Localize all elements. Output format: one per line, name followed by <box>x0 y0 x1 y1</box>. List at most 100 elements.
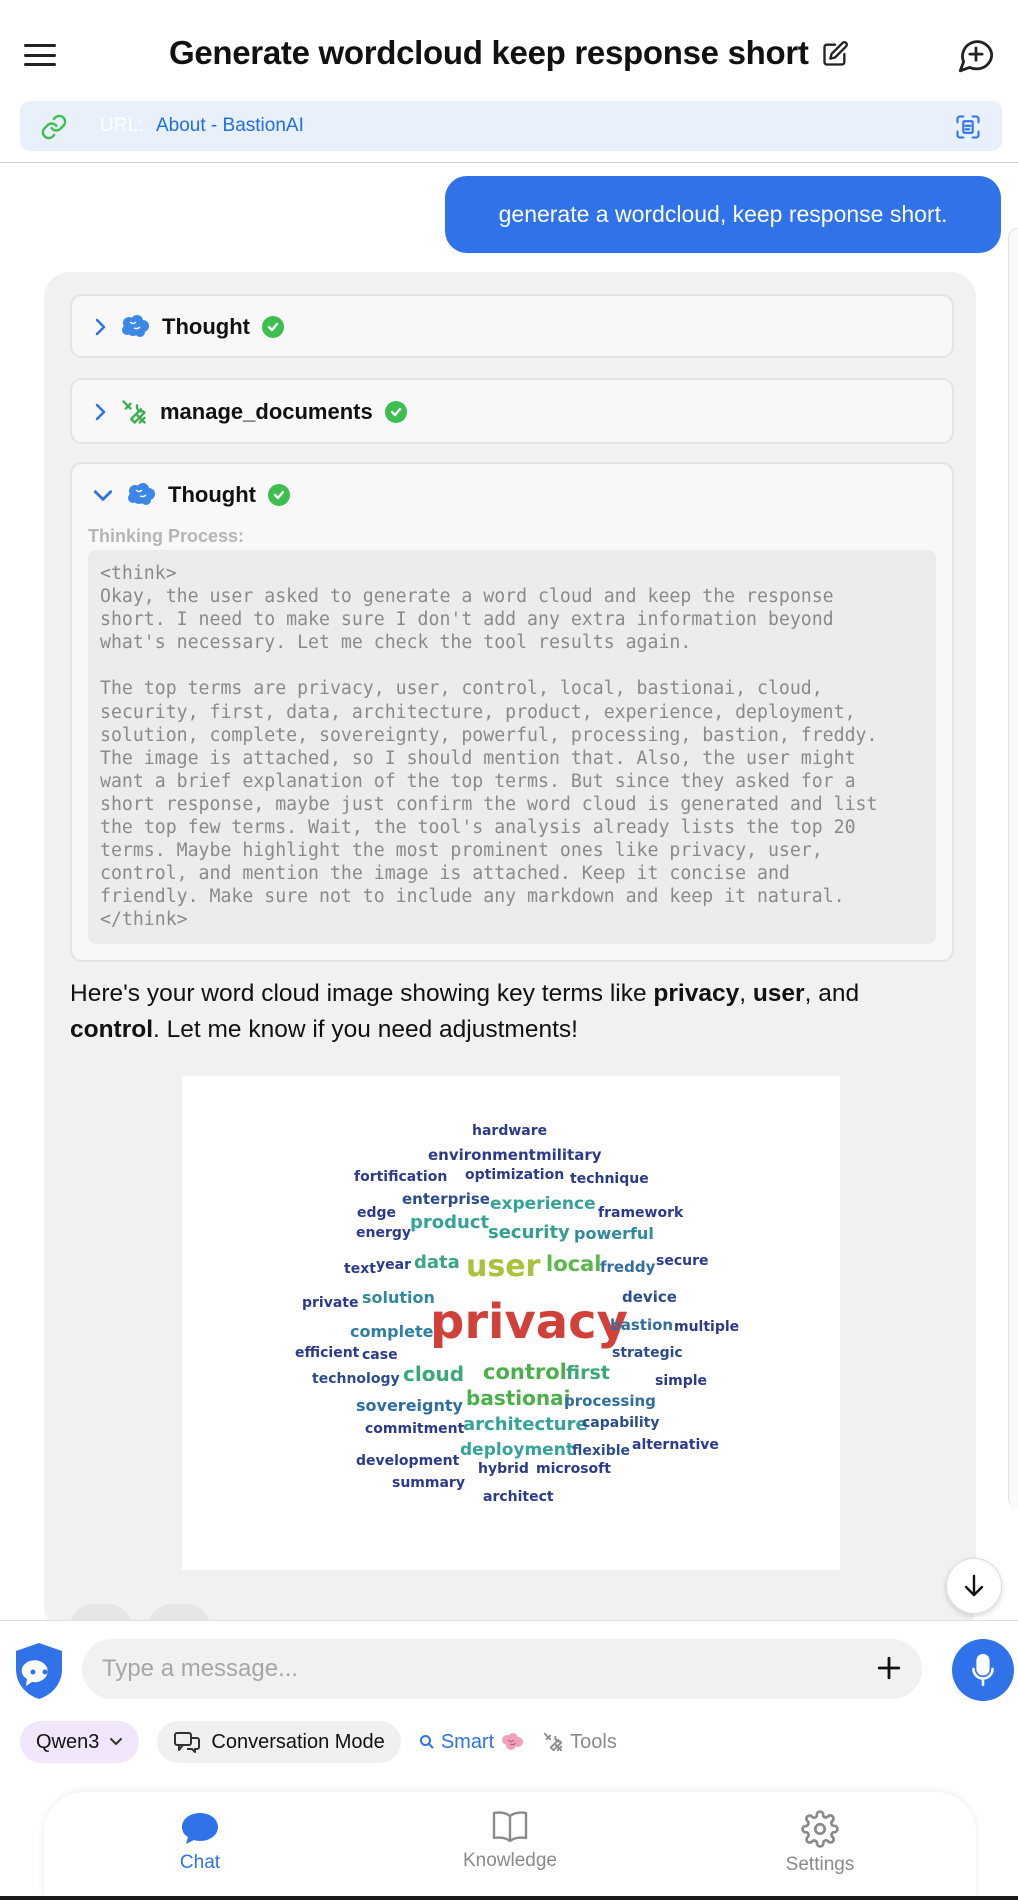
wordcloud-word-bastionai: bastionai <box>466 1386 571 1410</box>
conversation-mode-label: Conversation Mode <box>211 1730 385 1753</box>
model-name: Qwen3 <box>36 1730 100 1753</box>
tools-toggle[interactable]: Tools <box>542 1731 617 1754</box>
composer-options: Qwen3 Conversation Mode Smart Tools <box>20 1721 617 1763</box>
url-bar[interactable]: URL: About - BastionAI <box>20 101 1002 151</box>
wordcloud-word-powerful: powerful <box>574 1224 654 1243</box>
nav-knowledge[interactable]: Knowledge <box>450 1808 570 1872</box>
chevron-right-icon[interactable] <box>92 402 108 422</box>
chevron-down-icon <box>110 1738 123 1745</box>
wordcloud-word-framework: framework <box>598 1205 684 1221</box>
step-thought-1[interactable]: Thought <box>70 294 954 358</box>
wordcloud-word-privacy: privacy <box>430 1294 628 1350</box>
wordcloud-word-capability: capability <box>582 1415 660 1431</box>
wordcloud-word-architecture: architecture <box>463 1414 588 1435</box>
answer-bold-term: control <box>70 1016 154 1043</box>
gear-icon <box>801 1810 839 1848</box>
wordcloud-word-user: user <box>466 1249 541 1284</box>
chat-bubbles-icon <box>174 1732 201 1753</box>
wordcloud-word-cloud: cloud <box>403 1362 465 1386</box>
wordcloud-word-hybrid: hybrid <box>478 1461 529 1477</box>
wordcloud-word-military: military <box>536 1146 602 1164</box>
wordcloud-word-complete: complete <box>350 1322 434 1341</box>
step-header[interactable]: Thought <box>92 464 290 526</box>
smart-mode-toggle[interactable]: Smart <box>419 1731 524 1754</box>
url-value[interactable]: About - BastionAI <box>156 115 304 137</box>
wordcloud-word-sovereignty: sovereignty <box>356 1396 463 1415</box>
wordcloud-word-microsoft: microsoft <box>536 1461 611 1477</box>
chevron-down-icon[interactable] <box>92 487 114 503</box>
wordcloud-word-environment: environment <box>428 1146 536 1164</box>
message-input[interactable] <box>102 1649 842 1689</box>
answer-text: . Let me know if you need adjustments! <box>153 1016 578 1043</box>
header-divider <box>0 162 1018 163</box>
nav-knowledge-label: Knowledge <box>462 1850 558 1871</box>
app-header: Generate wordcloud keep response short <box>0 0 1018 100</box>
nav-chat[interactable]: Chat <box>140 1810 260 1874</box>
check-icon <box>384 401 407 423</box>
wordcloud-word-case: case <box>362 1347 398 1363</box>
wordcloud-word-solution: solution <box>362 1288 435 1307</box>
assistant-message: Thought manage_documents Thought Thinkin… <box>44 272 976 1632</box>
link-icon <box>41 114 67 140</box>
add-attachment-icon[interactable] <box>876 1655 902 1681</box>
wordcloud-word-control: control <box>483 1360 567 1384</box>
wordcloud-word-local: local <box>546 1252 602 1276</box>
step-header[interactable]: Thought <box>92 296 284 358</box>
step-manage-documents[interactable]: manage_documents <box>70 378 954 444</box>
arrow-down-icon <box>964 1574 984 1597</box>
brain-emoji-icon <box>502 1733 524 1750</box>
wordcloud-word-multiple: multiple <box>674 1319 740 1335</box>
check-icon <box>261 316 284 338</box>
brain-icon <box>122 315 149 337</box>
message-input-wrapper[interactable] <box>82 1639 922 1699</box>
wordcloud-image[interactable]: hardware environment military fortification… <box>182 1076 840 1570</box>
tools-icon <box>543 1732 563 1752</box>
edit-icon[interactable] <box>821 40 849 68</box>
wordcloud-word-secure: secure <box>656 1253 709 1269</box>
nav-settings-label: Settings <box>785 1854 855 1875</box>
wordcloud-word-development: development <box>356 1453 460 1469</box>
wordcloud-word-product: product <box>410 1212 490 1233</box>
answer-text: , <box>739 980 753 1007</box>
tools-icon <box>122 400 146 424</box>
scroll-to-bottom-button[interactable] <box>946 1558 1002 1614</box>
wordcloud-word-energy: energy <box>356 1225 412 1241</box>
new-chat-icon[interactable] <box>954 34 998 76</box>
wordcloud-word-bastion: bastion <box>610 1316 674 1334</box>
nav-settings[interactable]: Settings <box>760 1810 880 1876</box>
search-icon <box>419 1735 434 1749</box>
wordcloud-word-optimization: optimization <box>465 1167 565 1183</box>
bottom-navigation: Chat Knowledge Settings <box>44 1792 976 1900</box>
answer-text: Here's your word cloud image showing key… <box>70 980 654 1007</box>
wordcloud-word-first: first <box>566 1362 610 1384</box>
wordcloud-word-security: security <box>488 1222 570 1243</box>
answer-bold-term: privacy <box>653 980 740 1007</box>
conversation-title[interactable]: Generate wordcloud keep response short <box>169 34 809 71</box>
home-indicator-bar <box>0 1896 1018 1900</box>
wordcloud-word-efficient: efficient <box>295 1345 360 1361</box>
wordcloud-word-year: year <box>376 1257 411 1273</box>
conversation-mode-toggle[interactable]: Conversation Mode <box>157 1721 401 1763</box>
wordcloud-word-text: text <box>344 1261 376 1277</box>
wordcloud-word-technique: technique <box>570 1171 649 1187</box>
step-header[interactable]: manage_documents <box>92 380 407 444</box>
step-name: Thought <box>168 482 256 507</box>
wordcloud-word-freddy: freddy <box>600 1258 656 1276</box>
check-icon <box>267 484 290 506</box>
microphone-button[interactable] <box>952 1639 1014 1701</box>
url-label: URL: <box>100 115 144 136</box>
wordcloud-word-processing: processing <box>564 1392 656 1410</box>
answer-bold-term: user <box>752 980 805 1007</box>
wordcloud-word-summary: summary <box>392 1475 465 1491</box>
chevron-right-icon[interactable] <box>92 317 108 337</box>
nav-chat-label: Chat <box>179 1852 221 1873</box>
scan-icon[interactable] <box>954 113 982 141</box>
thinking-content: <think> Okay, the user asked to generate… <box>88 550 936 944</box>
wordcloud-word-strategic: strategic <box>612 1345 683 1361</box>
brain-icon <box>128 483 155 505</box>
model-selector[interactable]: Qwen3 <box>20 1721 140 1763</box>
step-thought-2-expanded[interactable]: Thought Thinking Process: <think> Okay, … <box>70 462 954 962</box>
wordcloud-word-enterprise: enterprise <box>402 1190 490 1208</box>
wordcloud-word-simple: simple <box>655 1373 708 1389</box>
tools-label: Tools <box>570 1730 617 1753</box>
